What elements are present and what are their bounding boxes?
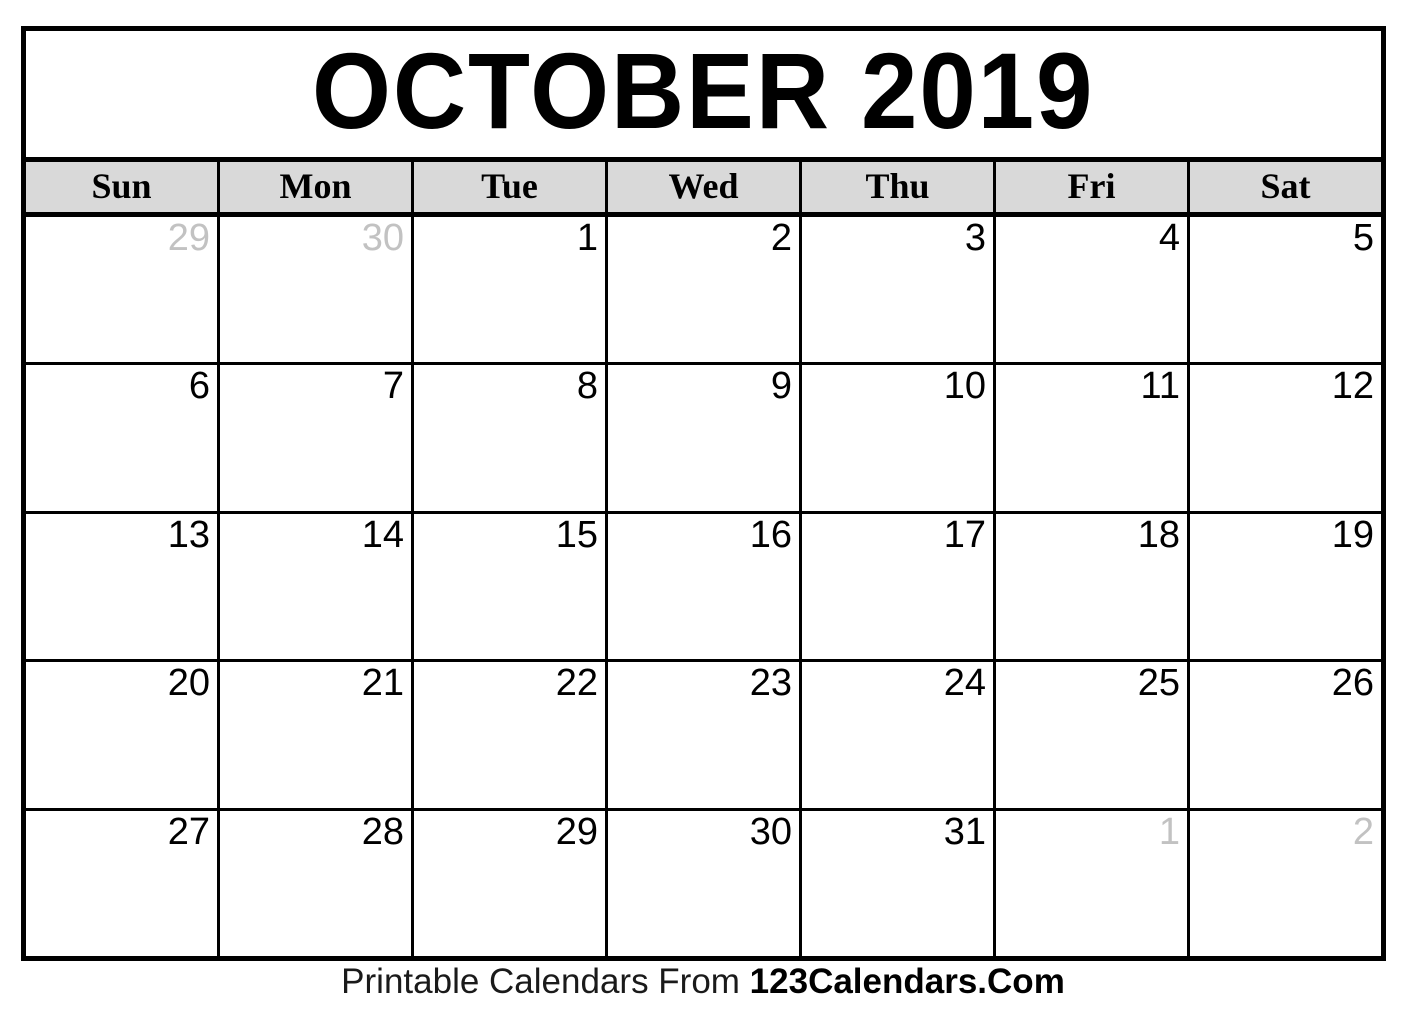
day-cell[interactable]: 21: [220, 662, 414, 808]
day-number: 26: [1331, 662, 1374, 705]
day-cell[interactable]: 1: [414, 217, 608, 363]
week-row: 29 30 1 2 3 4 5: [26, 217, 1381, 366]
day-cell[interactable]: 17: [802, 513, 996, 660]
weekday-header-mon: Mon: [220, 162, 414, 212]
day-cell[interactable]: 29: [414, 810, 608, 957]
day-number: 6: [188, 365, 210, 408]
week-row: 6 7 8 9 10 11 12: [26, 365, 1381, 514]
weekday-label: Tue: [481, 165, 538, 206]
day-cell[interactable]: 31: [802, 810, 996, 957]
day-number: 28: [361, 810, 404, 853]
day-cell[interactable]: 15: [414, 513, 608, 660]
day-number: 9: [770, 365, 792, 408]
calendar-title-banner: OCTOBER 2019: [26, 31, 1381, 162]
week-row: 13 14 15 16 17 18 19: [26, 513, 1381, 663]
day-number: 17: [943, 513, 986, 556]
day-cell[interactable]: 1: [996, 810, 1190, 957]
day-number: 5: [1352, 217, 1374, 259]
weekday-header-tue: Tue: [414, 162, 608, 212]
day-number: 7: [382, 365, 404, 408]
day-number: 29: [167, 217, 210, 259]
day-number: 29: [555, 810, 598, 853]
day-cell[interactable]: 8: [414, 365, 608, 511]
day-number: 11: [1140, 365, 1180, 408]
weekday-header-thu: Thu: [802, 162, 996, 212]
day-cell[interactable]: 2: [608, 217, 802, 363]
day-cell[interactable]: 30: [608, 810, 802, 957]
weekday-header-row: Sun Mon Tue Wed Thu Fri Sat: [26, 162, 1381, 217]
calendar-page: OCTOBER 2019 Sun Mon Tue Wed Thu Fri Sat: [0, 0, 1406, 1017]
weekday-label: Wed: [668, 165, 739, 206]
day-number: 21: [361, 662, 404, 705]
day-cell[interactable]: 14: [220, 513, 414, 660]
day-cell[interactable]: 5: [1190, 217, 1381, 363]
day-cell[interactable]: 29: [26, 217, 220, 363]
weekday-label: Thu: [865, 165, 930, 206]
day-number: 30: [749, 810, 792, 853]
day-cell[interactable]: 9: [608, 365, 802, 511]
day-cell[interactable]: 26: [1190, 662, 1381, 808]
day-number: 16: [749, 513, 792, 556]
day-cell[interactable]: 16: [608, 513, 802, 660]
day-number: 14: [361, 513, 404, 556]
day-cell[interactable]: 3: [802, 217, 996, 363]
day-cell[interactable]: 13: [26, 513, 220, 660]
day-number: 30: [361, 217, 404, 259]
day-cell[interactable]: 25: [996, 662, 1190, 808]
day-cell[interactable]: 4: [996, 217, 1190, 363]
weekday-label: Fri: [1067, 165, 1116, 206]
day-number: 22: [555, 662, 598, 705]
day-number: 13: [167, 513, 210, 556]
day-number: 4: [1158, 217, 1180, 259]
day-number: 19: [1331, 513, 1374, 556]
weekday-header-sat: Sat: [1190, 162, 1381, 212]
calendar-frame: OCTOBER 2019 Sun Mon Tue Wed Thu Fri Sat: [21, 26, 1386, 961]
week-row: 27 28 29 30 31 1 2: [26, 810, 1381, 957]
day-cell[interactable]: 27: [26, 810, 220, 957]
day-number: 12: [1331, 365, 1374, 408]
calendar-weeks: 29 30 1 2 3 4 5 6 7 8 9 10 11 12 13 14 1…: [26, 217, 1381, 957]
day-number: 15: [555, 513, 598, 556]
day-number: 27: [167, 810, 210, 853]
day-cell[interactable]: 28: [220, 810, 414, 957]
day-number: 25: [1137, 662, 1180, 705]
weekday-label: Sat: [1260, 165, 1311, 206]
day-number: 8: [576, 365, 598, 408]
weekday-header-fri: Fri: [996, 162, 1190, 212]
day-cell[interactable]: 20: [26, 662, 220, 808]
day-number: 1: [576, 217, 598, 259]
day-cell[interactable]: 6: [26, 365, 220, 511]
day-cell[interactable]: 24: [802, 662, 996, 808]
day-cell[interactable]: 10: [802, 365, 996, 511]
day-number: 23: [749, 662, 792, 705]
day-cell[interactable]: 12: [1190, 365, 1381, 511]
day-number: 20: [167, 662, 210, 705]
day-cell[interactable]: 19: [1190, 513, 1381, 660]
day-number: 1: [1158, 810, 1180, 853]
day-number: 31: [943, 810, 986, 853]
footer-brand-link[interactable]: 123Calendars.Com: [750, 962, 1065, 1001]
day-cell[interactable]: 23: [608, 662, 802, 808]
day-cell[interactable]: 22: [414, 662, 608, 808]
day-number: 2: [1352, 810, 1374, 853]
day-cell[interactable]: 2: [1190, 810, 1381, 957]
weekday-header-wed: Wed: [608, 162, 802, 212]
footer-credit: Printable Calendars From 123Calendars.Co…: [0, 962, 1406, 1002]
weekday-header-sun: Sun: [26, 162, 220, 212]
day-number: 24: [943, 662, 986, 705]
weekday-label: Sun: [91, 165, 152, 206]
day-cell[interactable]: 11: [996, 365, 1190, 511]
footer-prefix: Printable Calendars From: [341, 962, 750, 1001]
weekday-label: Mon: [279, 165, 352, 206]
day-number: 18: [1137, 513, 1180, 556]
day-number: 2: [770, 217, 792, 259]
day-number: 10: [943, 365, 986, 408]
day-cell[interactable]: 18: [996, 513, 1190, 660]
day-cell[interactable]: 30: [220, 217, 414, 363]
week-row: 20 21 22 23 24 25 26: [26, 662, 1381, 811]
page-title: OCTOBER 2019: [312, 31, 1095, 151]
day-cell[interactable]: 7: [220, 365, 414, 511]
day-number: 3: [964, 217, 986, 259]
